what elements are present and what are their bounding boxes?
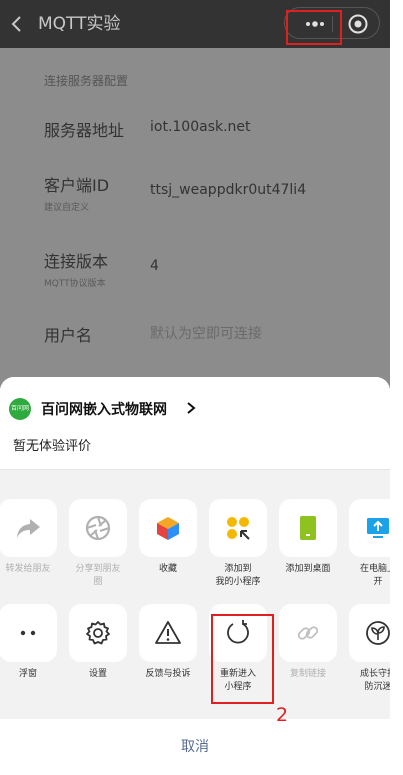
- add-desktop-icon: [300, 516, 316, 540]
- feedback-label: 反馈与投诉: [145, 669, 191, 679]
- protocol-version-hint: MQTT协议版本: [44, 279, 106, 289]
- miniprogram-name[interactable]: 百问网嵌入式物联网: [41, 399, 167, 419]
- annotation-box-2: [211, 614, 274, 704]
- server-address-field[interactable]: iot.100ask.net: [150, 119, 251, 135]
- action-sheet: 百问网 百问网嵌入式物联网 暂无体验评价 转发给朋友 分享到朋友 圈 收藏 添加…: [0, 377, 390, 775]
- username-field[interactable]: 默认为空即可连接: [150, 323, 262, 343]
- growth-guard-label: 成长守护 防沉迷: [359, 669, 390, 692]
- add-to-my-miniprogram-label: 添加到 我的小程序: [215, 564, 261, 587]
- annotation-box-1: [286, 10, 342, 45]
- right-edge-strip: [390, 0, 403, 775]
- link-icon: [297, 626, 319, 640]
- miniprogram-header[interactable]: 百问网 百问网嵌入式物联网 暂无体验评价: [0, 377, 390, 469]
- settings-label: 设置: [88, 669, 107, 679]
- share-to-friend-label: 转发给朋友: [5, 564, 51, 574]
- open-on-pc-label: 在电脑上 开: [359, 564, 390, 587]
- miniprogram-logo: 百问网: [9, 398, 31, 420]
- cancel-button[interactable]: 取消: [0, 719, 390, 775]
- client-id-hint: 建议自定义: [44, 203, 90, 213]
- section-title: 连接服务器配置: [44, 74, 129, 88]
- share-arrow-icon: [17, 519, 40, 538]
- target-close-icon[interactable]: [347, 13, 369, 35]
- gear-icon: [86, 621, 110, 645]
- add-my-miniprogram-icon: [227, 517, 250, 540]
- float-window-label: 浮窗: [18, 669, 37, 679]
- add-to-desktop-label: 添加到桌面: [285, 564, 331, 574]
- server-address-label: 服务器地址: [44, 121, 125, 140]
- username-label: 用户名: [44, 326, 93, 345]
- warning-icon: [155, 621, 181, 644]
- sprout-icon: [366, 621, 390, 645]
- protocol-version-label: 连接版本: [44, 252, 109, 271]
- moments-aperture-icon: [85, 515, 111, 541]
- open-on-pc-icon: [367, 518, 389, 538]
- client-id-field[interactable]: ttsj_weappdkr0ut47li4: [150, 182, 306, 198]
- rating-text: 暂无体验评价: [13, 439, 92, 454]
- cancel-area: 取消: [0, 719, 390, 775]
- page-title: MQTT实验: [38, 14, 121, 34]
- share-to-moments-label: 分享到朋友 圈: [75, 564, 121, 587]
- annotation-number-2: 2: [276, 704, 289, 726]
- favorite-cube-icon: [157, 517, 179, 540]
- copy-link-label: 复制链接: [289, 669, 326, 679]
- float-window-icon: [20, 630, 36, 636]
- divider: [0, 469, 390, 470]
- favorite-label: 收藏: [158, 564, 177, 574]
- chevron-right-icon[interactable]: [186, 401, 196, 415]
- chevron-left-icon[interactable]: [8, 12, 26, 36]
- protocol-version-field[interactable]: 4: [150, 258, 159, 274]
- client-id-label: 客户端ID: [44, 176, 110, 195]
